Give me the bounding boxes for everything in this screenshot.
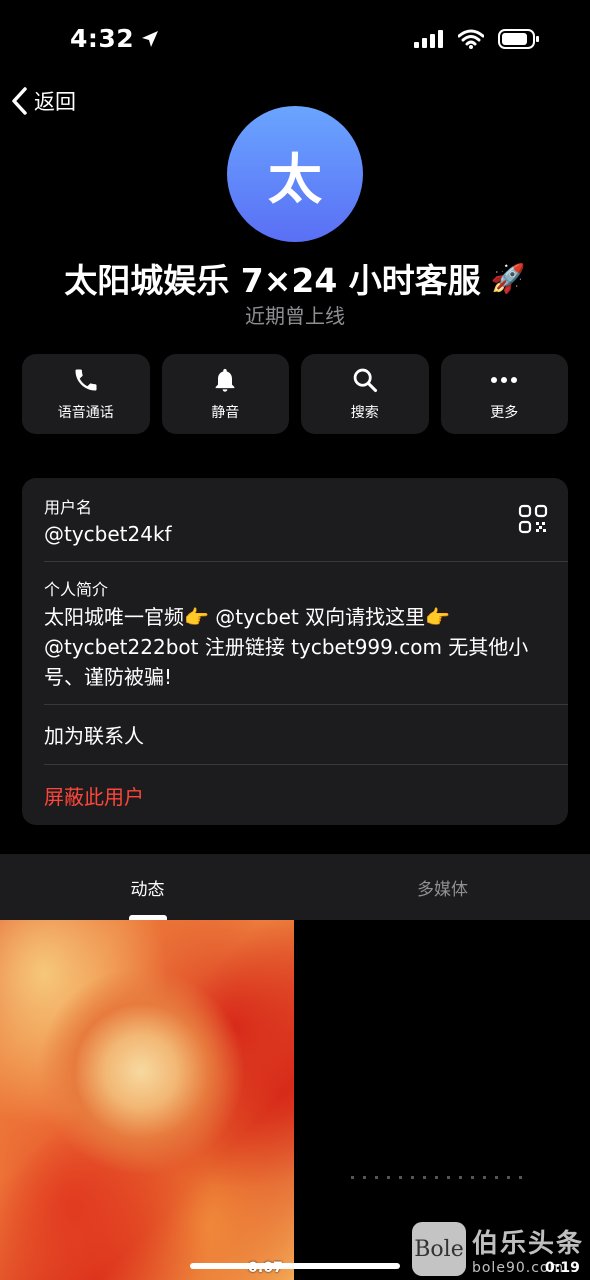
time-text: 4:32 (70, 24, 135, 53)
bio-row: 个人简介 太阳城唯一官频👉 @tycbet 双向请找这里👉 @tycbet222… (22, 562, 568, 704)
avatar-letter: 太 (268, 147, 322, 211)
block-user-label: 屏蔽此用户 (44, 784, 144, 809)
watermark-logo: Bole (411, 1222, 466, 1276)
back-button[interactable]: 返回 (10, 86, 76, 116)
watermark: Bole 伯乐头条 bole90.com (411, 1222, 584, 1276)
qr-code-icon[interactable] (518, 504, 548, 534)
info-card: 用户名 @tycbet24kf 个人简介 太阳城唯一官频👉 @tycbet 双向… (22, 478, 568, 825)
more-icon (491, 377, 518, 383)
tab-posts[interactable]: 动态 (0, 854, 295, 920)
tab-posts-label: 动态 (130, 879, 165, 900)
username-label: 用户名 (44, 498, 93, 517)
location-arrow-icon (142, 30, 159, 47)
tab-media-label: 多媒体 (417, 879, 468, 900)
voice-call-label: 语音通话 (57, 405, 114, 421)
more-label: 更多 (490, 405, 519, 421)
profile-name: 太阳城娱乐 7×24 小时客服 🚀 (0, 254, 590, 302)
search-icon (353, 368, 377, 393)
phone-icon (75, 369, 97, 391)
search-button[interactable]: 搜索 (301, 354, 429, 434)
mute-label: 静音 (211, 405, 240, 421)
bio-text: 太阳城唯一官频👉 @tycbet 双向请找这里👉 @tycbet222bot 注… (44, 605, 529, 689)
media-loading-dots (351, 1176, 531, 1179)
status-time: 4:32 (70, 24, 160, 53)
wifi-icon (458, 29, 484, 49)
voice-call-button[interactable]: 语音通话 (22, 354, 150, 434)
watermark-text: 伯乐头条 bole90.com (472, 1223, 584, 1276)
signal-icon (414, 30, 443, 48)
status-icons (414, 28, 540, 50)
back-label: 返回 (34, 90, 76, 114)
watermark-name: 伯乐头条 (471, 1228, 584, 1259)
more-button[interactable]: 更多 (440, 354, 568, 434)
home-indicator[interactable] (190, 1263, 400, 1269)
username-value[interactable]: @tycbet24kf (44, 522, 172, 546)
avatar[interactable]: 太 (227, 106, 363, 242)
search-label: 搜索 (350, 405, 379, 421)
chevron-left-icon (12, 87, 27, 115)
last-seen-status: 近期曾上线 (245, 304, 345, 328)
block-user-row[interactable]: 屏蔽此用户 (22, 765, 568, 825)
bell-icon (215, 368, 235, 392)
username-row[interactable]: 用户名 @tycbet24kf (22, 478, 568, 561)
tab-bar: 动态 多媒体 (0, 854, 590, 920)
tab-media[interactable]: 多媒体 (295, 854, 590, 920)
battery-icon (498, 29, 539, 49)
rocket-icon: 🚀 (490, 261, 526, 295)
add-contact-label: 加为联系人 (44, 724, 144, 748)
profile-name-text: 太阳城娱乐 7×24 小时客服 (64, 261, 481, 300)
add-contact-row[interactable]: 加为联系人 (22, 705, 568, 764)
action-bar: 语音通话 静音 搜索 更多 (22, 354, 568, 434)
bio-label: 个人简介 (44, 580, 109, 599)
mute-button[interactable]: 静音 (161, 354, 289, 434)
media-thumbnail-1[interactable]: 0:07 (0, 920, 294, 1280)
watermark-url: bole90.com (471, 1259, 565, 1276)
